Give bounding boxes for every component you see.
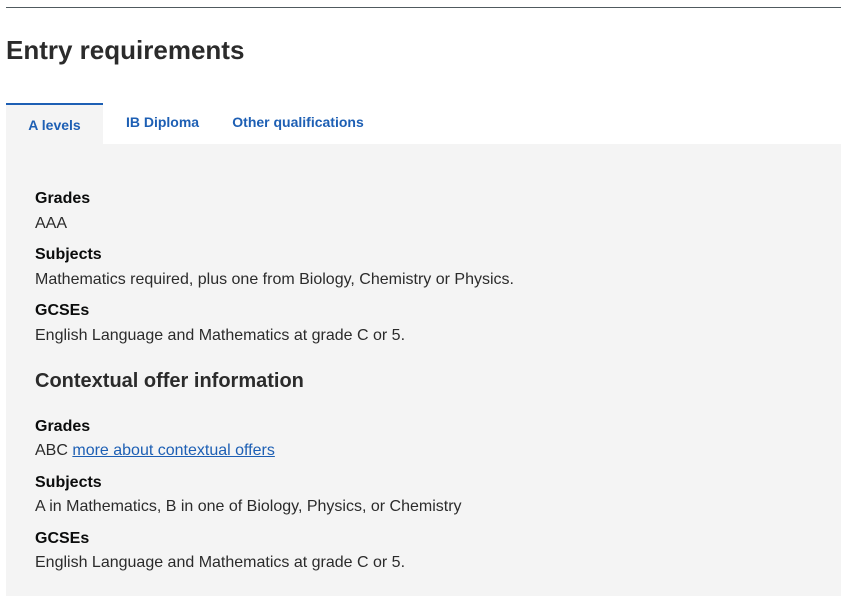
contextual-gcses-value: English Language and Mathematics at grad…: [35, 554, 406, 571]
subjects-value: Mathematics required, plus one from Biol…: [35, 271, 514, 288]
page-title: Entry requirements: [6, 35, 245, 65]
page: Entry requirements A levels IB Diploma O…: [0, 0, 849, 604]
grades-label: Grades: [35, 190, 91, 207]
contextual-grades-row: ABC more about contextual offers: [35, 441, 275, 461]
contextual-subjects-value: A in Mathematics, B in one of Biology, P…: [35, 498, 462, 515]
contextual-grades-value: ABC: [35, 442, 68, 459]
grades-value: AAA: [35, 215, 68, 232]
contextual-subjects-label: Subjects: [35, 474, 102, 491]
contextual-grades-label: Grades: [35, 418, 91, 435]
tab-panel-a-levels: Grades AAA Subjects Mathematics required…: [6, 144, 841, 596]
qualification-tabs: A levels IB Diploma Other qualifications: [6, 103, 374, 144]
contextual-gcses-label: GCSEs: [35, 530, 90, 547]
contextual-offer-heading: Contextual offer information: [35, 370, 304, 392]
top-divider: [6, 7, 841, 8]
gcses-label: GCSEs: [35, 302, 90, 319]
contextual-offers-link[interactable]: more about contextual offers: [72, 442, 275, 459]
tab-a-levels[interactable]: A levels: [6, 103, 103, 144]
subjects-label: Subjects: [35, 246, 102, 263]
tab-other-qualifications[interactable]: Other qualifications: [222, 103, 374, 144]
gcses-value: English Language and Mathematics at grad…: [35, 327, 406, 344]
tab-ib-diploma[interactable]: IB Diploma: [103, 103, 222, 144]
